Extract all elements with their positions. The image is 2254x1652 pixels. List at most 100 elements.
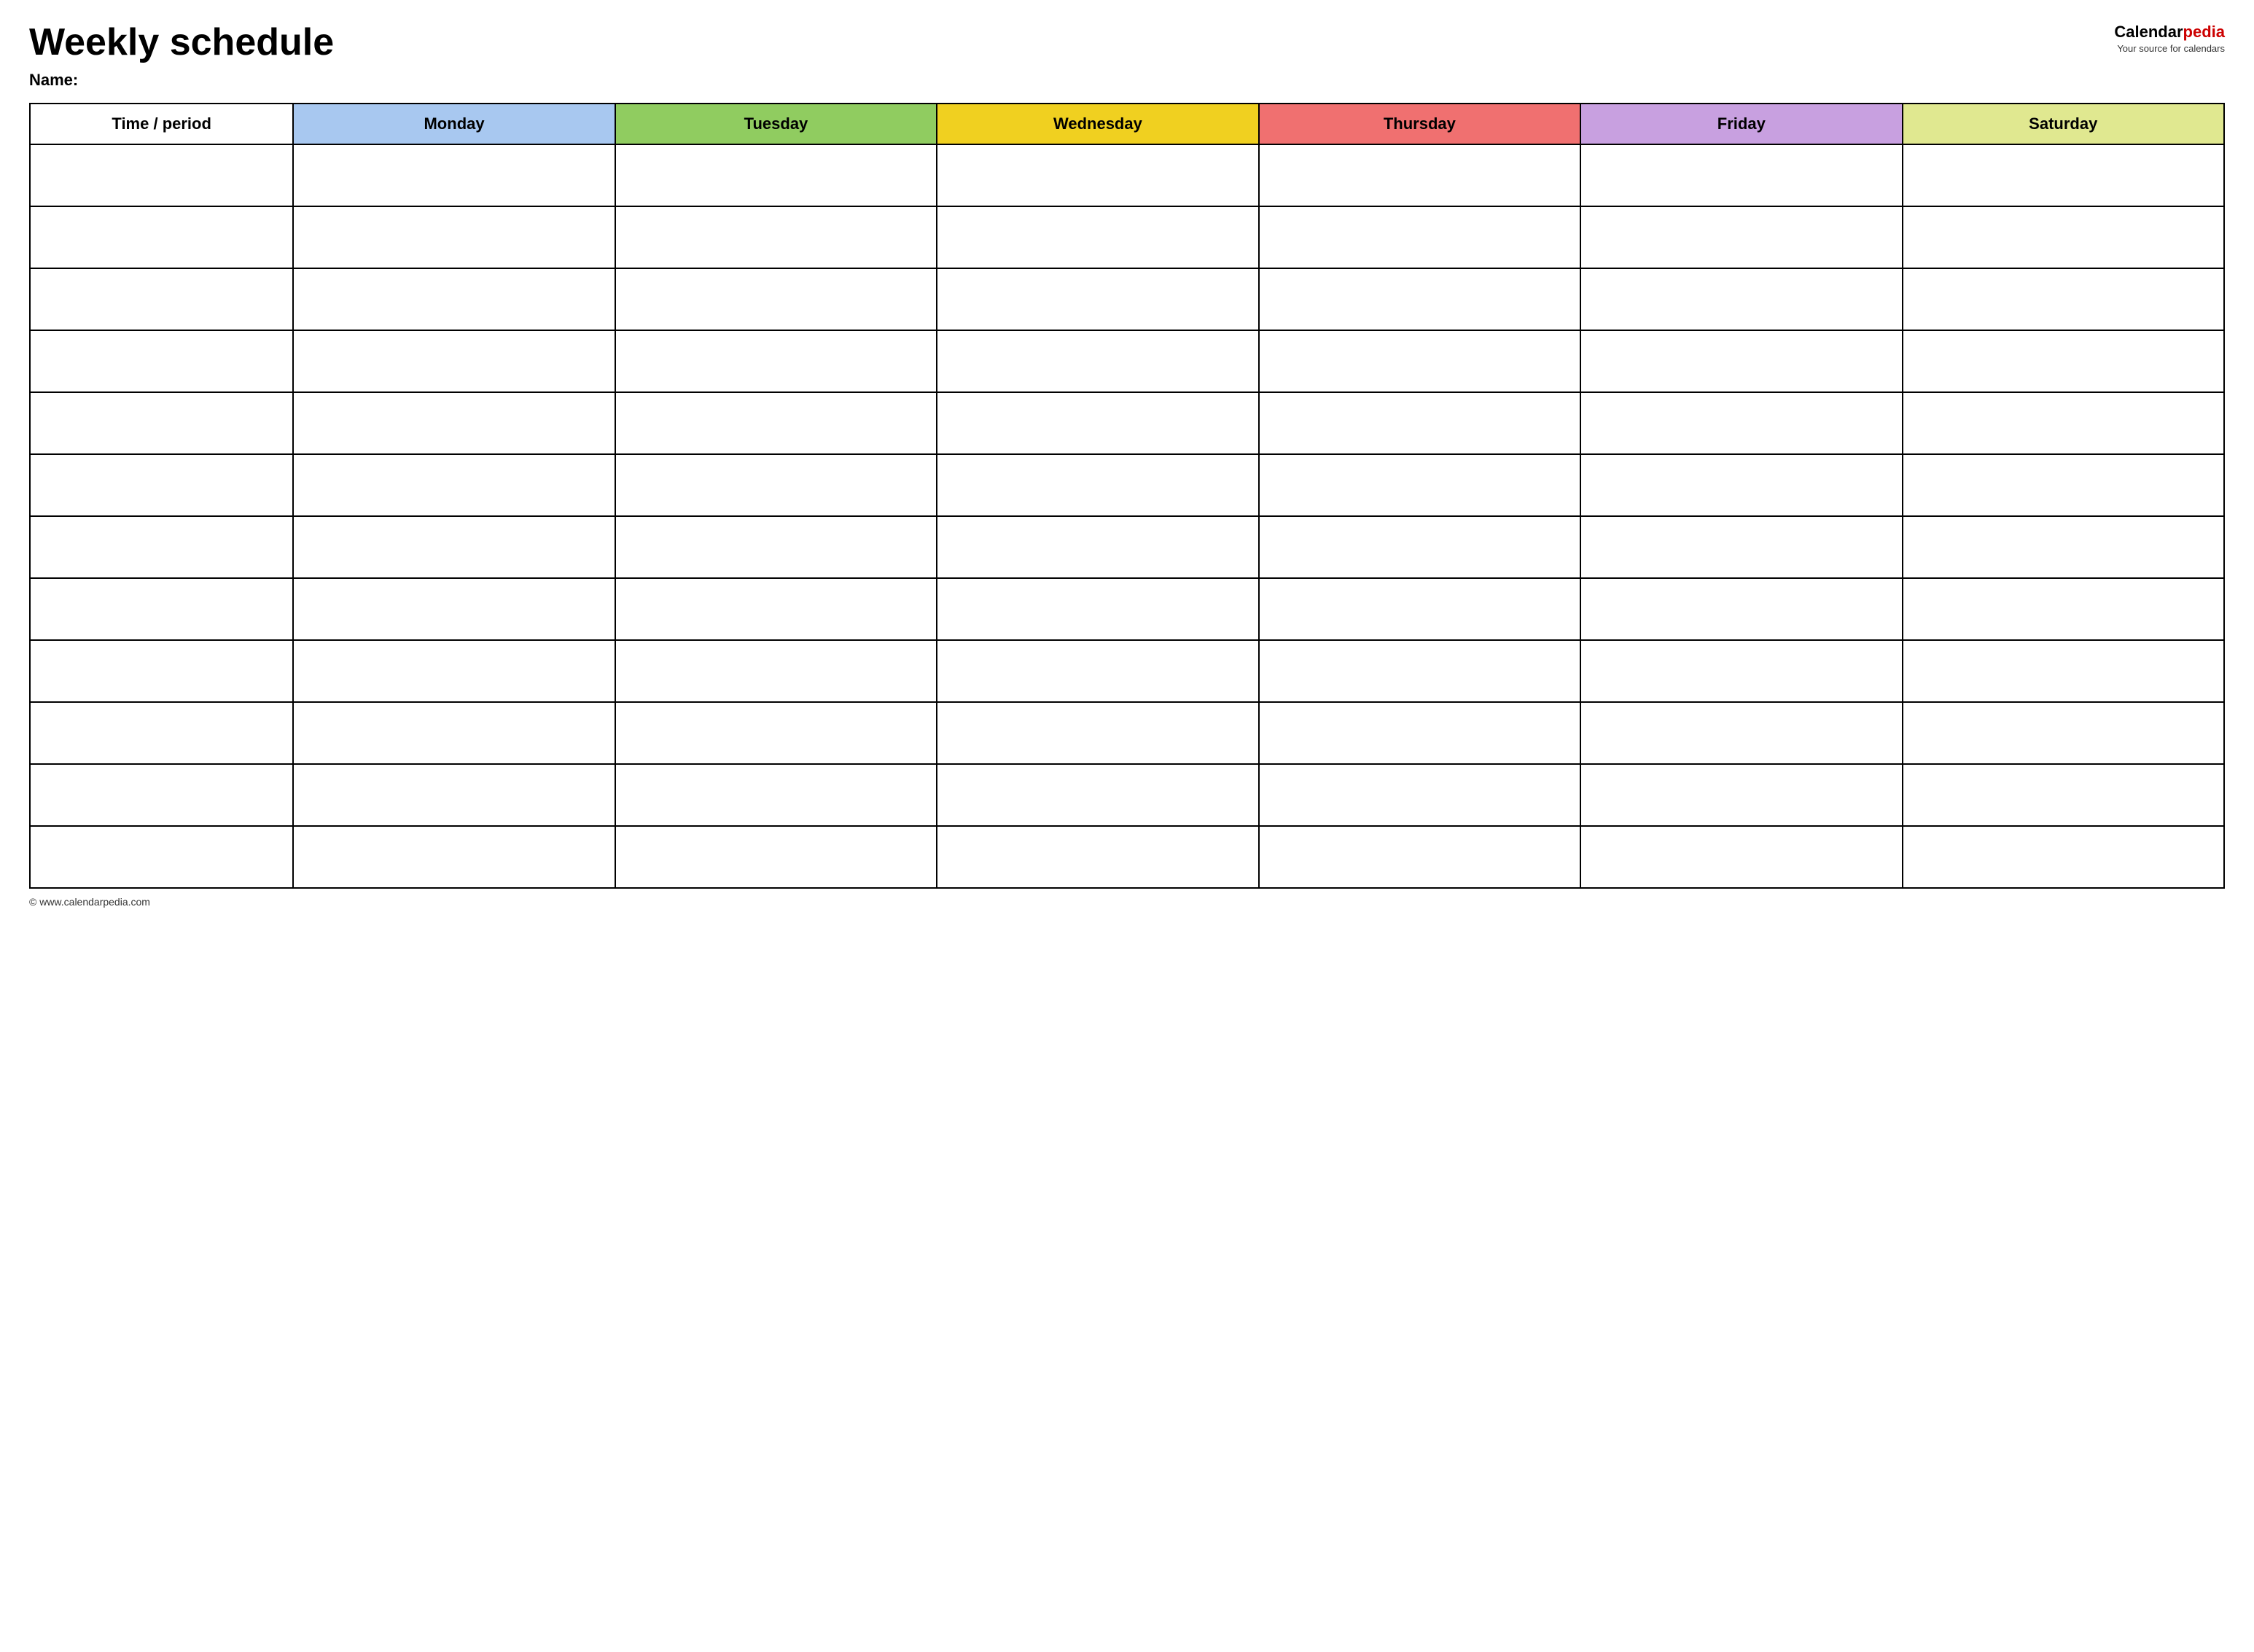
schedule-cell[interactable]	[615, 640, 937, 702]
time-cell[interactable]	[30, 826, 293, 888]
schedule-cell[interactable]	[1580, 268, 1902, 330]
schedule-cell[interactable]	[937, 144, 1258, 206]
schedule-cell[interactable]	[293, 144, 615, 206]
schedule-cell[interactable]	[1580, 578, 1902, 640]
schedule-cell[interactable]	[1259, 702, 1580, 764]
schedule-cell[interactable]	[1903, 702, 2224, 764]
schedule-cell[interactable]	[1903, 516, 2224, 578]
schedule-cell[interactable]	[615, 330, 937, 392]
schedule-cell[interactable]	[293, 516, 615, 578]
schedule-cell[interactable]	[1903, 268, 2224, 330]
schedule-cell[interactable]	[293, 702, 615, 764]
schedule-cell[interactable]	[1259, 268, 1580, 330]
schedule-cell[interactable]	[293, 826, 615, 888]
schedule-cell[interactable]	[1259, 578, 1580, 640]
logo-section: Calendarpedia Your source for calendars	[2114, 22, 2225, 55]
schedule-cell[interactable]	[1259, 454, 1580, 516]
schedule-cell[interactable]	[293, 578, 615, 640]
time-cell[interactable]	[30, 454, 293, 516]
schedule-cell[interactable]	[1259, 640, 1580, 702]
schedule-cell[interactable]	[615, 392, 937, 454]
logo-pedia: pedia	[2183, 23, 2225, 41]
table-row	[30, 640, 2224, 702]
col-header-monday: Monday	[293, 104, 615, 144]
time-cell[interactable]	[30, 764, 293, 826]
schedule-cell[interactable]	[1580, 454, 1902, 516]
schedule-cell[interactable]	[937, 454, 1258, 516]
schedule-cell[interactable]	[293, 764, 615, 826]
time-cell[interactable]	[30, 144, 293, 206]
schedule-cell[interactable]	[293, 454, 615, 516]
time-cell[interactable]	[30, 330, 293, 392]
schedule-cell[interactable]	[1259, 392, 1580, 454]
schedule-cell[interactable]	[1903, 578, 2224, 640]
schedule-cell[interactable]	[1903, 764, 2224, 826]
schedule-cell[interactable]	[1903, 392, 2224, 454]
schedule-cell[interactable]	[615, 454, 937, 516]
schedule-cell[interactable]	[1259, 144, 1580, 206]
schedule-cell[interactable]	[937, 392, 1258, 454]
schedule-cell[interactable]	[937, 330, 1258, 392]
schedule-cell[interactable]	[615, 702, 937, 764]
schedule-cell[interactable]	[1580, 702, 1902, 764]
table-row	[30, 516, 2224, 578]
schedule-cell[interactable]	[1259, 330, 1580, 392]
schedule-cell[interactable]	[1903, 454, 2224, 516]
schedule-cell[interactable]	[937, 640, 1258, 702]
schedule-cell[interactable]	[937, 764, 1258, 826]
schedule-cell[interactable]	[1903, 826, 2224, 888]
time-cell[interactable]	[30, 640, 293, 702]
table-row	[30, 206, 2224, 268]
time-cell[interactable]	[30, 516, 293, 578]
schedule-cell[interactable]	[293, 206, 615, 268]
schedule-cell[interactable]	[1259, 206, 1580, 268]
schedule-cell[interactable]	[1903, 144, 2224, 206]
schedule-cell[interactable]	[1903, 640, 2224, 702]
name-row: Name:	[29, 71, 2225, 90]
schedule-cell[interactable]	[937, 268, 1258, 330]
time-cell[interactable]	[30, 578, 293, 640]
schedule-cell[interactable]	[1580, 764, 1902, 826]
schedule-cell[interactable]	[293, 268, 615, 330]
col-header-saturday: Saturday	[1903, 104, 2224, 144]
schedule-cell[interactable]	[615, 516, 937, 578]
schedule-cell[interactable]	[615, 206, 937, 268]
schedule-cell[interactable]	[1580, 206, 1902, 268]
table-body	[30, 144, 2224, 888]
schedule-cell[interactable]	[1903, 206, 2224, 268]
schedule-cell[interactable]	[937, 206, 1258, 268]
schedule-cell[interactable]	[937, 702, 1258, 764]
schedule-cell[interactable]	[1580, 640, 1902, 702]
col-header-wednesday: Wednesday	[937, 104, 1258, 144]
schedule-cell[interactable]	[293, 392, 615, 454]
table-row	[30, 764, 2224, 826]
schedule-cell[interactable]	[937, 578, 1258, 640]
time-cell[interactable]	[30, 268, 293, 330]
schedule-cell[interactable]	[615, 764, 937, 826]
schedule-cell[interactable]	[1903, 330, 2224, 392]
schedule-cell[interactable]	[615, 268, 937, 330]
time-cell[interactable]	[30, 392, 293, 454]
schedule-cell[interactable]	[1580, 516, 1902, 578]
schedule-cell[interactable]	[615, 826, 937, 888]
schedule-cell[interactable]	[293, 640, 615, 702]
title-section: Weekly schedule	[29, 22, 334, 63]
time-cell[interactable]	[30, 206, 293, 268]
schedule-cell[interactable]	[1259, 516, 1580, 578]
name-label: Name:	[29, 71, 78, 89]
table-row	[30, 330, 2224, 392]
schedule-cell[interactable]	[1580, 144, 1902, 206]
schedule-cell[interactable]	[293, 330, 615, 392]
schedule-cell[interactable]	[1580, 330, 1902, 392]
schedule-cell[interactable]	[1259, 826, 1580, 888]
schedule-cell[interactable]	[615, 144, 937, 206]
schedule-cell[interactable]	[937, 516, 1258, 578]
table-row	[30, 454, 2224, 516]
schedule-cell[interactable]	[1259, 764, 1580, 826]
schedule-cell[interactable]	[615, 578, 937, 640]
schedule-cell[interactable]	[1580, 826, 1902, 888]
schedule-cell[interactable]	[1580, 392, 1902, 454]
schedule-cell[interactable]	[937, 826, 1258, 888]
time-cell[interactable]	[30, 702, 293, 764]
logo-tagline: Your source for calendars	[2114, 43, 2225, 55]
